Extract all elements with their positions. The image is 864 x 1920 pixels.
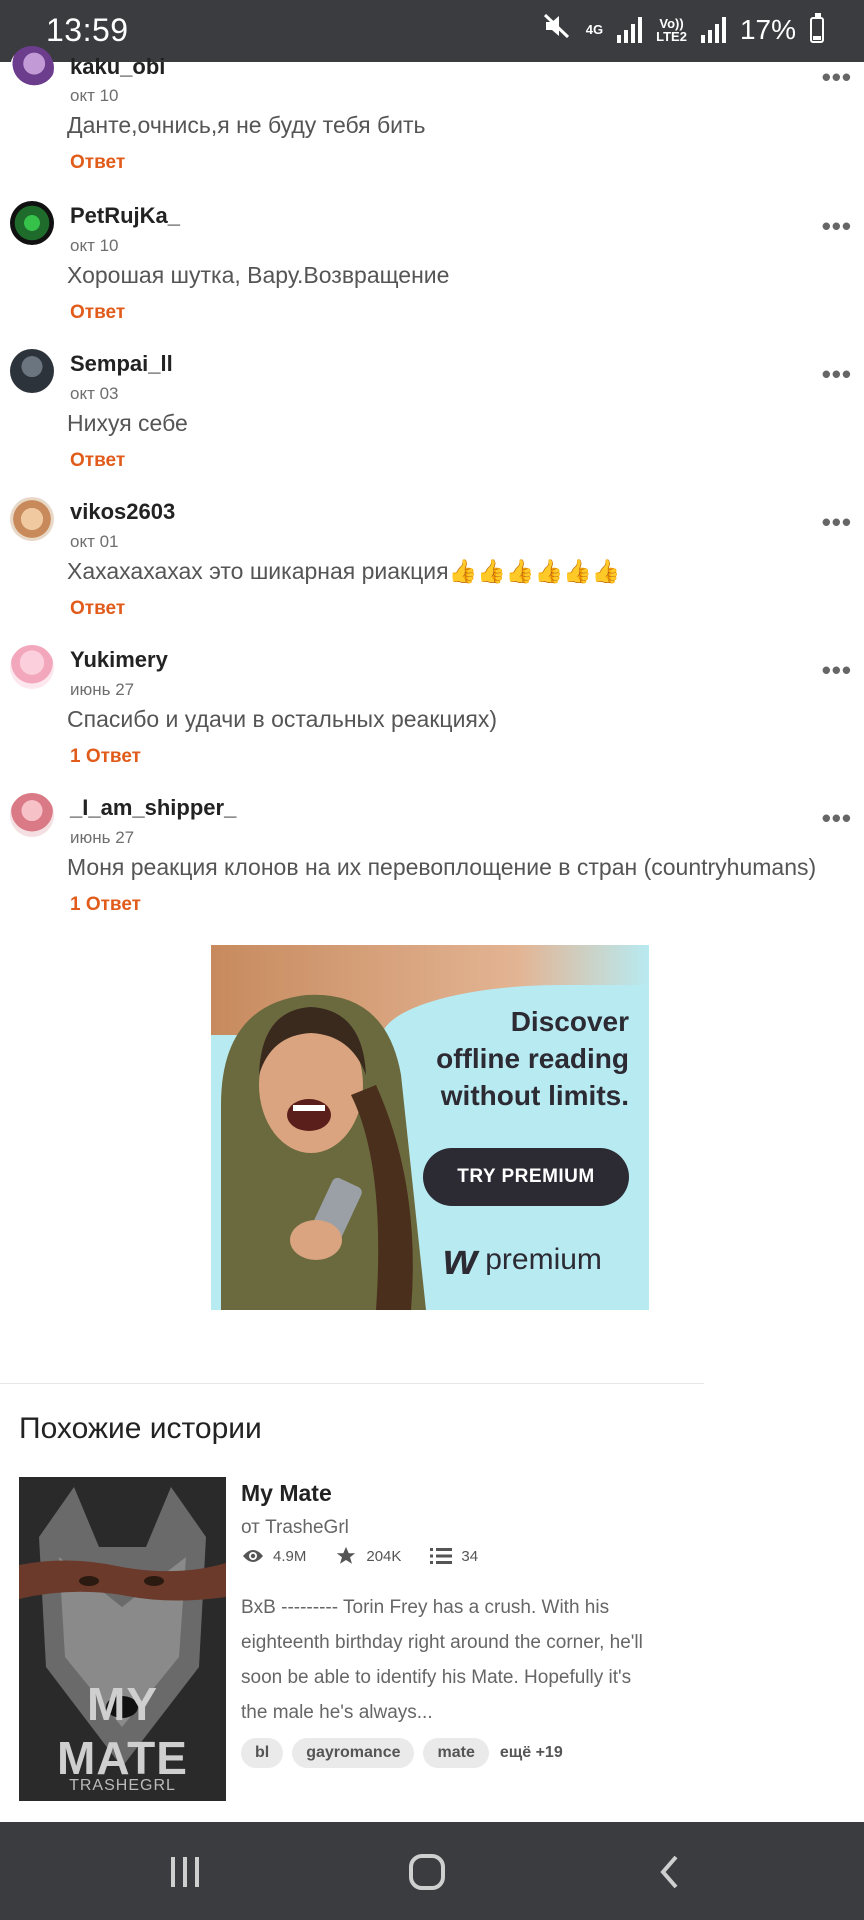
list-icon [429,1546,453,1566]
network-4g: 4G [585,22,604,37]
section-divider [0,1383,704,1384]
back-icon[interactable] [640,1852,700,1892]
more-options-icon[interactable]: ••• [822,359,852,390]
reply-button[interactable]: 1 Ответ [70,746,141,768]
comment-date: окт 01 [70,532,119,551]
reply-button[interactable]: Ответ [70,450,125,472]
volte-label: Vo)) LTE2 [656,15,687,44]
story-tag[interactable]: bl [241,1738,284,1768]
reply-button[interactable]: 1 Ответ [70,894,141,916]
battery-icon [810,12,824,43]
story-cover[interactable]: MY MATE TRASHEGRL [19,1477,226,1801]
more-options-icon[interactable]: ••• [822,211,852,242]
battery-percent: 17% [739,13,796,45]
comment-username[interactable]: Sempai_ll [70,351,173,377]
reply-button[interactable]: Ответ [70,152,125,174]
recents-icon[interactable] [155,1852,215,1892]
comment-username[interactable]: kaku_obi [70,54,165,80]
parts-count: 34 [461,1547,479,1565]
comment-username[interactable]: vikos2603 [70,499,175,525]
reply-button[interactable]: Ответ [70,598,125,620]
premium-ad[interactable]: Discover offline reading without limits.… [211,945,649,1310]
comment-username[interactable]: PetRujKa_ [70,203,180,229]
status-icons: 4G Vo)) LTE2 17% [542,12,824,47]
signal-icon [617,16,643,43]
status-time: 13:59 [46,12,129,48]
home-icon[interactable] [397,1852,457,1892]
comment-date: окт 10 [70,86,119,105]
eye-icon [241,1546,265,1566]
comment-text: Хорошая шутка, Вару.Возвращение [67,262,450,288]
comment-date: июнь 27 [70,828,135,847]
reply-button[interactable]: Ответ [70,302,125,324]
similar-stories-title: Похожие истории [19,1412,262,1445]
cover-title: MY MATE [57,1678,188,1784]
story-tag[interactable]: gayromance [292,1738,415,1768]
comment-username[interactable]: Yukimery [70,647,168,673]
story-tag[interactable]: mate [423,1738,489,1768]
views-count: 4.9M [273,1547,307,1565]
avatar[interactable] [10,645,54,689]
story-description: BxB --------- Torin Frey has a crush. Wi… [241,1597,643,1723]
cover-author: TRASHEGRL [69,1777,176,1794]
avatar[interactable] [10,46,54,90]
votes-count: 204K [366,1547,402,1565]
mute-icon [542,12,572,47]
comment-text: Данте,очнись,я не буду тебя бить [67,112,426,138]
more-tags-link[interactable]: ещё +19 [500,1744,563,1762]
story-tags: bl gayromance mate ещё +19 [241,1738,563,1768]
more-options-icon[interactable]: ••• [822,507,852,538]
try-premium-button[interactable]: TRY PREMIUM [423,1148,629,1206]
avatar[interactable] [10,349,54,393]
ad-brand-logo: w premium [443,1235,602,1284]
ad-headline: Discover offline reading without limits. [436,1006,629,1111]
comment-date: июнь 27 [70,680,135,699]
more-options-icon[interactable]: ••• [822,803,852,834]
avatar[interactable] [10,497,54,541]
system-nav-bar [0,1822,864,1920]
star-icon [334,1546,358,1566]
story-author[interactable]: от TrasheGrl [241,1517,349,1539]
comment-date: окт 03 [70,384,119,403]
comment-date: окт 10 [70,236,119,255]
comment-text: Нихуя себе [67,410,188,436]
story-stats: 4.9M 204K 34 [241,1546,478,1566]
status-bar: 13:59 4G Vo)) LTE2 17% [0,0,864,62]
comment-text: Моня реакция клонов на их перевоплощение… [67,854,817,880]
comment-text: Спасибо и удачи в остальных реакциях) [67,706,498,732]
more-options-icon[interactable]: ••• [822,62,852,93]
story-title[interactable]: My Mate [241,1480,332,1507]
comment-text: Хахахахахах это шикарная риакция👍👍👍👍👍👍 [67,558,621,584]
signal-icon-2 [700,16,726,43]
avatar[interactable] [10,793,54,837]
comment-username[interactable]: _I_am_shipper_ [70,795,236,821]
more-options-icon[interactable]: ••• [822,655,852,686]
avatar[interactable] [10,201,54,245]
